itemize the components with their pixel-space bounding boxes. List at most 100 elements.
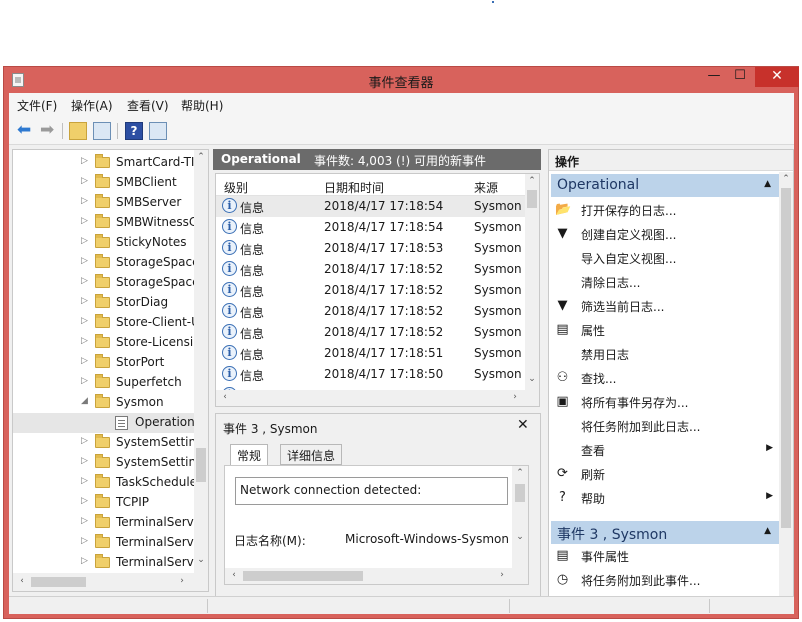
- scroll-up-icon[interactable]: ⌃: [779, 174, 793, 184]
- action-item[interactable]: 导入自定义视图...: [553, 246, 777, 270]
- detail-vertical-scrollbar[interactable]: ⌃ ⌄: [512, 466, 528, 584]
- forward-arrow-icon[interactable]: ➡: [40, 122, 58, 140]
- tree-item[interactable]: ▷ SystemSetting: [13, 433, 194, 453]
- collapsed-arrow-icon[interactable]: ▷: [81, 496, 88, 506]
- menu-action[interactable]: 操作(A): [71, 97, 113, 114]
- collapsed-arrow-icon[interactable]: ▷: [81, 256, 88, 266]
- help-icon[interactable]: ?: [125, 122, 143, 140]
- tree-item[interactable]: ◢ Sysmon: [13, 393, 194, 413]
- detail-horizontal-scrollbar[interactable]: ‹ ›: [225, 568, 512, 584]
- action-item[interactable]: ◷ 将任务附加到此事件...: [553, 568, 777, 592]
- scroll-thumb[interactable]: [781, 188, 791, 528]
- menu-help[interactable]: 帮助(H): [181, 97, 223, 114]
- action-item[interactable]: ▼ 创建自定义视图...: [553, 222, 777, 246]
- collapsed-arrow-icon[interactable]: ▷: [81, 556, 88, 566]
- scroll-thumb[interactable]: [515, 484, 525, 502]
- menu-view[interactable]: 查看(V): [127, 97, 169, 114]
- tree-item[interactable]: ▷ StorageSpace: [13, 253, 194, 273]
- collapsed-arrow-icon[interactable]: ▷: [81, 156, 88, 166]
- tree-item[interactable]: ▷ StorPort: [13, 353, 194, 373]
- collapsed-arrow-icon[interactable]: ▷: [81, 356, 88, 366]
- action-item[interactable]: 📂 打开保存的日志...: [553, 198, 777, 222]
- up-folder-icon[interactable]: [69, 122, 87, 140]
- tree-item[interactable]: ▷ TCPIP: [13, 493, 194, 513]
- scroll-right-icon[interactable]: ›: [495, 570, 509, 580]
- collapsed-arrow-icon[interactable]: ▷: [81, 516, 88, 526]
- scroll-left-icon[interactable]: ‹: [15, 576, 29, 586]
- action-item[interactable]: ⟳ 刷新: [553, 462, 777, 486]
- action-item[interactable]: 查看 ▶: [553, 438, 777, 462]
- tree-item[interactable]: ▷ StorageSpace: [13, 273, 194, 293]
- collapsed-arrow-icon[interactable]: ▷: [81, 376, 88, 386]
- tree-item[interactable]: ▷ TaskSchedule: [13, 473, 194, 493]
- scroll-down-icon[interactable]: ⌄: [194, 555, 208, 565]
- close-detail-icon[interactable]: ✕: [517, 417, 529, 433]
- tree-item[interactable]: ▷ Store-Client-U: [13, 313, 194, 333]
- tree-horizontal-scrollbar[interactable]: ‹ ›: [13, 573, 208, 591]
- events-horizontal-scrollbar[interactable]: ‹ ›: [216, 390, 539, 406]
- actions-section-event[interactable]: 事件 3 , Sysmon ▲: [551, 521, 779, 544]
- action-item[interactable]: 清除日志...: [553, 270, 777, 294]
- collapsed-arrow-icon[interactable]: ▷: [81, 216, 88, 226]
- event-row[interactable]: i 信息 2018/4/17 17:18:53 Sysmon: [216, 238, 525, 259]
- scroll-thumb[interactable]: [196, 448, 206, 482]
- scroll-right-icon[interactable]: ›: [508, 392, 522, 402]
- event-description[interactable]: Network connection detected:: [235, 477, 508, 505]
- event-row[interactable]: i 信息 2018/4/17 17:18:50 Sysmon: [216, 364, 525, 385]
- scroll-right-icon[interactable]: ›: [175, 576, 189, 586]
- collapsed-arrow-icon[interactable]: ▷: [81, 436, 88, 446]
- column-header-datetime[interactable]: 日期和时间: [324, 179, 384, 196]
- action-item[interactable]: ▤ 属性: [553, 318, 777, 342]
- close-window-button[interactable]: ✕: [755, 67, 799, 87]
- action-item[interactable]: 将任务附加到此日志...: [553, 414, 777, 438]
- action-item[interactable]: ▤ 事件属性: [553, 544, 777, 568]
- event-row[interactable]: i 信息 2018/4/17 17:18:52 Sysmon: [216, 322, 525, 343]
- event-row[interactable]: i 信息 2018/4/17 17:18:51 Sysmon: [216, 343, 525, 364]
- menu-file[interactable]: 文件(F): [17, 97, 57, 114]
- tab-general[interactable]: 常规: [230, 444, 269, 466]
- scroll-thumb[interactable]: [243, 571, 363, 581]
- tree-item[interactable]: ▷ Store-Licensin: [13, 333, 194, 353]
- column-header-level[interactable]: 级别: [224, 179, 248, 196]
- collapse-up-icon[interactable]: ▲: [764, 179, 771, 189]
- show-action-pane-icon[interactable]: [149, 122, 167, 140]
- event-row[interactable]: i 信息 2018/4/17 17:18:54 Sysmon: [216, 196, 525, 217]
- collapse-up-icon[interactable]: ▲: [764, 526, 771, 536]
- show-hide-tree-icon[interactable]: [93, 122, 111, 140]
- events-vertical-scrollbar[interactable]: ⌃ ⌄: [525, 174, 539, 390]
- back-arrow-icon[interactable]: ⬅: [17, 122, 35, 140]
- collapsed-arrow-icon[interactable]: ▷: [81, 236, 88, 246]
- tree-item[interactable]: ▷ TerminalServ: [13, 513, 194, 533]
- maximize-button[interactable]: ☐: [727, 67, 753, 87]
- tree-item[interactable]: ▷ SmartCard-TI: [13, 153, 194, 173]
- tree-item[interactable]: ▷ SystemSetting: [13, 453, 194, 473]
- action-item[interactable]: ? 帮助 ▶: [553, 486, 777, 510]
- collapsed-arrow-icon[interactable]: ▷: [81, 176, 88, 186]
- collapsed-arrow-icon[interactable]: ▷: [81, 456, 88, 466]
- tree-vertical-scrollbar[interactable]: ⌃ ⌄: [194, 150, 208, 573]
- minimize-button[interactable]: —: [701, 67, 727, 87]
- expanded-arrow-icon[interactable]: ◢: [81, 396, 88, 406]
- scroll-up-icon[interactable]: ⌃: [513, 468, 527, 478]
- collapsed-arrow-icon[interactable]: ▷: [81, 536, 88, 546]
- scroll-thumb[interactable]: [527, 190, 537, 208]
- tree-item[interactable]: Operation: [13, 413, 194, 433]
- tree-item[interactable]: ▷ TerminalServ: [13, 553, 194, 573]
- collapsed-arrow-icon[interactable]: ▷: [81, 196, 88, 206]
- collapsed-arrow-icon[interactable]: ▷: [81, 336, 88, 346]
- scroll-down-icon[interactable]: ⌄: [525, 374, 539, 384]
- collapsed-arrow-icon[interactable]: ▷: [81, 316, 88, 326]
- title-bar[interactable]: 事件查看器 — ☐ ✕: [4, 67, 799, 93]
- collapsed-arrow-icon[interactable]: ▷: [81, 476, 88, 486]
- event-row[interactable]: i 信息 2018/4/17 17:18:52 Sysmon: [216, 280, 525, 301]
- event-row[interactable]: i 信息 2018/4/17 17:18:52 Sysmon: [216, 259, 525, 280]
- tree-item[interactable]: ▷ TerminalServ: [13, 533, 194, 553]
- action-item[interactable]: ▣ 将所有事件另存为...: [553, 390, 777, 414]
- action-item[interactable]: ⚇ 查找...: [553, 366, 777, 390]
- tree-item[interactable]: ▷ StickyNotes: [13, 233, 194, 253]
- scroll-left-icon[interactable]: ‹: [227, 570, 241, 580]
- event-row[interactable]: i 信息 2018/4/17 17:18:52 Sysmon: [216, 301, 525, 322]
- event-row[interactable]: i 信息 2018/4/17 17:18:54 Sysmon: [216, 217, 525, 238]
- scroll-down-icon[interactable]: ⌄: [513, 532, 527, 542]
- scroll-thumb[interactable]: [31, 577, 86, 587]
